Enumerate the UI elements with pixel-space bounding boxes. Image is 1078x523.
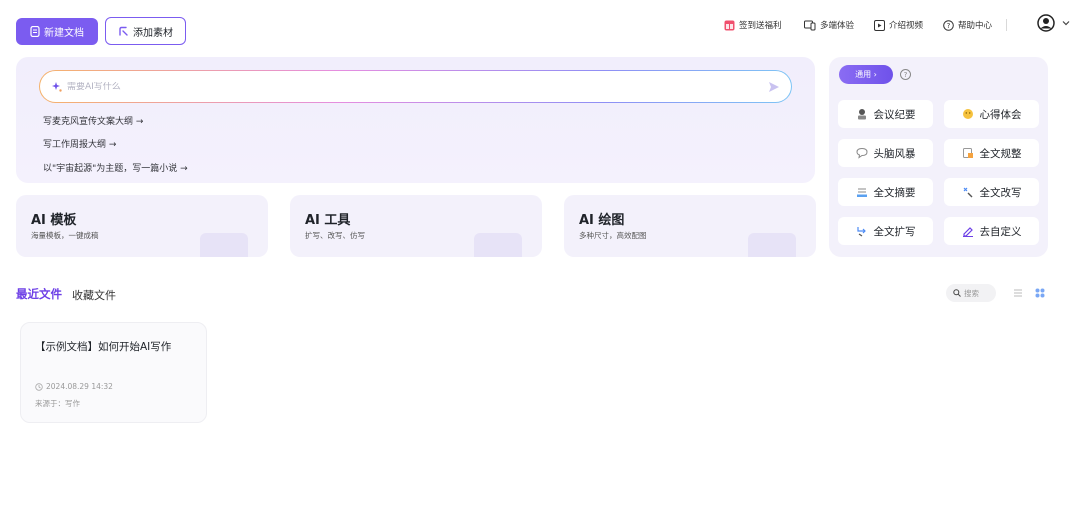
quick-label: 全文规整 xyxy=(979,147,1022,160)
document-title: 【示例文档】如何开始AI写作 xyxy=(35,341,172,353)
ai-drawing-card[interactable]: AI 绘图 多种尺寸，高效配图 xyxy=(564,195,816,257)
card-title: AI 模板 xyxy=(31,213,77,228)
signin-reward-link[interactable]: 签到送福利 xyxy=(724,18,782,32)
quick-label: 全文摘要 xyxy=(873,186,916,199)
summary-icon xyxy=(856,188,867,197)
quick-reflection[interactable]: 心得体会 xyxy=(944,100,1039,128)
intro-video-link[interactable]: 介绍视频 xyxy=(874,18,923,32)
suggestion-item[interactable]: 写工作周报大纲 → xyxy=(43,137,116,150)
quick-label: 会议纪要 xyxy=(873,108,916,121)
card-subtitle: 扩写、改写、仿写 xyxy=(305,231,365,240)
app-root: 新建文档 添加素材 签到送福利 多端体验 介绍视频 ? 帮助中心 写麦克风宣传文… xyxy=(0,0,1078,523)
multi-device-label: 多端体验 xyxy=(820,21,855,31)
emoji-icon xyxy=(962,109,973,119)
help-icon[interactable]: ? xyxy=(900,69,911,80)
document-time-value: 2024.08.29 14:32 xyxy=(46,382,113,391)
chat-bubble-icon xyxy=(855,147,868,159)
tab-favorite-files[interactable]: 收藏文件 xyxy=(72,287,116,303)
rewrite-icon xyxy=(963,187,972,198)
ai-prompt-panel: 写麦克风宣传文案大纲 → 写工作周报大纲 → 以"宇宙起源"为主题，写一篇小说 … xyxy=(16,57,815,183)
sparkle-icon xyxy=(52,81,62,92)
meeting-icon xyxy=(857,109,866,120)
chevron-down-icon[interactable] xyxy=(1062,19,1070,27)
quick-full-format[interactable]: 全文规整 xyxy=(944,139,1039,167)
document-time: 2024.08.29 14:32 xyxy=(35,382,113,391)
document-icon xyxy=(30,26,40,37)
devices-icon xyxy=(804,20,816,30)
search-placeholder: 搜索 xyxy=(964,288,979,298)
search-icon xyxy=(953,289,961,297)
format-icon xyxy=(962,148,973,158)
clock-icon xyxy=(35,382,43,391)
quick-full-rewrite[interactable]: 全文改写 xyxy=(944,178,1039,206)
card-subtitle: 多种尺寸，高效配图 xyxy=(579,231,647,240)
send-icon[interactable] xyxy=(767,80,781,94)
nav-divider xyxy=(1006,19,1007,31)
tab-recent-files[interactable]: 最近文件 xyxy=(16,286,62,302)
ai-prompt-box[interactable] xyxy=(39,70,792,103)
quick-actions-panel: 通用 › ? 会议纪要 心得体会 头脑风暴 全文规整 全文摘要 全文改写 全文扩… xyxy=(829,57,1048,257)
intro-video-label: 介绍视频 xyxy=(889,21,924,31)
ai-prompt-input[interactable] xyxy=(67,81,747,92)
card-title: AI 绘图 xyxy=(579,213,625,228)
quick-meeting-minutes[interactable]: 会议纪要 xyxy=(838,100,933,128)
document-source: 来源于：写作 xyxy=(35,399,80,408)
user-avatar-icon[interactable] xyxy=(1037,14,1055,32)
card-title: AI 工具 xyxy=(305,213,351,228)
quick-label: 去自定义 xyxy=(979,225,1022,238)
add-material-label: 添加素材 xyxy=(133,27,173,39)
ai-tools-card[interactable]: AI 工具 扩写、改写、仿写 xyxy=(290,195,542,257)
quick-full-summary[interactable]: 全文摘要 xyxy=(838,178,933,206)
help-center-link[interactable]: ? 帮助中心 xyxy=(943,18,992,32)
suggestion-item[interactable]: 以"宇宙起源"为主题，写一篇小说 → xyxy=(43,161,188,174)
expand-icon xyxy=(856,227,866,237)
gift-icon xyxy=(724,20,735,30)
suggestion-item[interactable]: 写麦克风宣传文案大纲 → xyxy=(43,114,143,127)
list-view-icon[interactable] xyxy=(1012,287,1024,299)
document-card[interactable]: 【示例文档】如何开始AI写作 2024.08.29 14:32 来源于：写作 xyxy=(20,322,207,423)
tools-illustration-icon xyxy=(474,233,522,257)
material-icon xyxy=(119,26,128,36)
multi-device-link[interactable]: 多端体验 xyxy=(804,18,854,32)
grid-view-icon[interactable] xyxy=(1034,287,1046,299)
question-circle-icon: ? xyxy=(943,19,954,31)
help-center-label: 帮助中心 xyxy=(958,21,993,31)
category-pill[interactable]: 通用 › xyxy=(839,65,893,84)
quick-brainstorm[interactable]: 头脑风暴 xyxy=(838,139,933,167)
video-icon xyxy=(874,19,885,31)
quick-label: 全文改写 xyxy=(979,186,1022,199)
new-document-button[interactable]: 新建文档 xyxy=(16,18,98,45)
file-search-input[interactable]: 搜索 xyxy=(946,284,996,302)
quick-label: 心得体会 xyxy=(979,108,1022,121)
drawing-illustration-icon xyxy=(748,233,796,257)
ai-template-card[interactable]: AI 模板 海量模板，一键成稿 xyxy=(16,195,268,257)
quick-full-expand[interactable]: 全文扩写 xyxy=(838,217,933,245)
svg-text:?: ? xyxy=(947,22,951,30)
new-document-label: 新建文档 xyxy=(44,28,84,39)
template-illustration-icon xyxy=(200,233,248,257)
card-subtitle: 海量模板，一键成稿 xyxy=(31,231,99,240)
add-material-button[interactable]: 添加素材 xyxy=(105,17,186,45)
signin-reward-label: 签到送福利 xyxy=(739,21,782,31)
pencil-icon xyxy=(962,227,973,237)
quick-customize[interactable]: 去自定义 xyxy=(944,217,1039,245)
quick-label: 全文扩写 xyxy=(873,225,916,238)
quick-label: 头脑风暴 xyxy=(873,147,916,160)
